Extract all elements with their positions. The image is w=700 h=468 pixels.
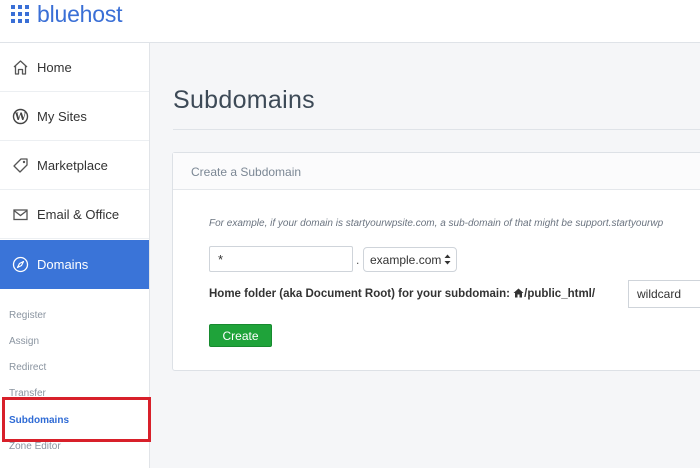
compass-icon bbox=[11, 256, 29, 274]
logo-text: bluehost bbox=[37, 1, 123, 27]
svg-text:W: W bbox=[13, 112, 26, 123]
tag-icon bbox=[11, 156, 29, 174]
domain-separator-dot: . bbox=[356, 253, 360, 267]
wordpress-icon: W bbox=[11, 107, 29, 125]
example-domain: startyourwpsite.com bbox=[345, 218, 435, 229]
sidebar-item-marketplace[interactable]: Marketplace bbox=[0, 141, 149, 190]
title-divider bbox=[173, 129, 700, 130]
sidebar-item-email-office[interactable]: Email & Office bbox=[0, 190, 149, 239]
document-root-input[interactable] bbox=[628, 280, 700, 308]
subnav-item-redirect[interactable]: Redirect bbox=[9, 362, 46, 373]
example-sub-domain: sub-domain bbox=[448, 218, 501, 229]
domain-select[interactable]: example.com bbox=[363, 247, 457, 272]
panel-header: Create a Subdomain bbox=[173, 153, 700, 190]
panel-header-title: Create a Subdomain bbox=[191, 165, 302, 179]
envelope-icon bbox=[11, 205, 29, 223]
example-text-part: of that might be bbox=[500, 218, 576, 229]
sidebar-item-domains[interactable]: Domains bbox=[0, 240, 149, 289]
home-folder-label-text: Home folder (aka Document Root) for your… bbox=[209, 288, 514, 300]
sidebar-item-label: Domains bbox=[37, 257, 89, 272]
sidebar-item-my-sites[interactable]: W My Sites bbox=[0, 92, 149, 141]
create-subdomain-panel: Create a Subdomain For example, if your … bbox=[172, 152, 700, 371]
create-button[interactable]: Create bbox=[209, 324, 272, 347]
example-text-part: For example, if your domain is bbox=[209, 218, 346, 229]
home-icon bbox=[11, 58, 29, 76]
subnav-item-zone-editor[interactable]: Zone Editor bbox=[9, 441, 61, 452]
sidebar-item-home[interactable]: Home bbox=[0, 43, 149, 92]
page-title: Subdomains bbox=[173, 86, 315, 114]
subnav-item-assign[interactable]: Assign bbox=[9, 336, 39, 347]
subdomain-input[interactable] bbox=[209, 246, 353, 272]
house-icon bbox=[513, 288, 524, 301]
subnav-item-register[interactable]: Register bbox=[9, 310, 46, 321]
bluehost-logo[interactable]: bluehost bbox=[11, 1, 123, 27]
example-result: support.startyourwp bbox=[575, 218, 664, 229]
sidebar-item-label: My Sites bbox=[37, 108, 87, 124]
sidebar-item-label: Marketplace bbox=[37, 157, 108, 173]
highlight-annotation-box bbox=[2, 397, 151, 442]
home-folder-label: Home folder (aka Document Root) for your… bbox=[209, 288, 595, 301]
grid-logo-icon bbox=[11, 5, 29, 23]
example-text-part: , a bbox=[434, 218, 449, 229]
sidebar-item-label: Email & Office bbox=[37, 206, 120, 222]
domain-select-value: example.com bbox=[370, 252, 442, 267]
sidebar-item-label: Home bbox=[37, 59, 72, 75]
example-text: For example, if your domain is startyour… bbox=[209, 218, 700, 229]
top-bar: bluehost bbox=[0, 0, 700, 43]
home-folder-path: /public_html/ bbox=[524, 288, 596, 300]
select-arrows-icon bbox=[444, 253, 451, 271]
